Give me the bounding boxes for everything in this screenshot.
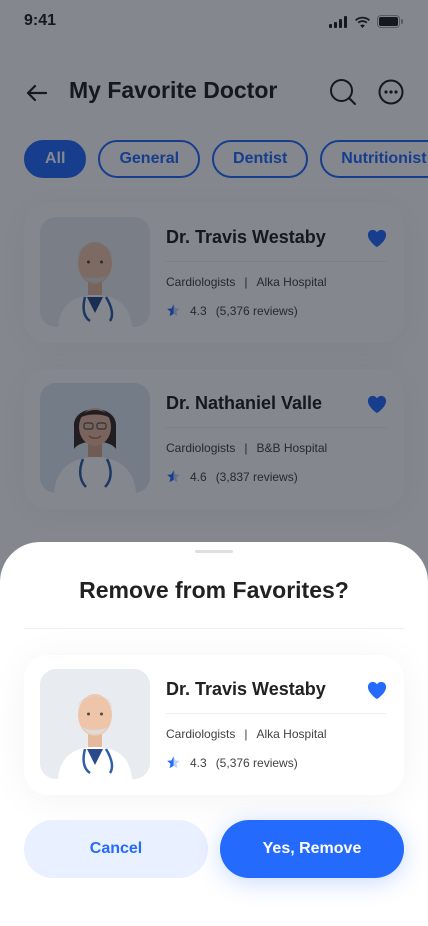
doctor-specialty: Cardiologists [166, 727, 236, 741]
confirm-remove-button[interactable]: Yes, Remove [220, 820, 404, 878]
rating-value: 4.3 [190, 755, 207, 770]
doctor-rating: 4.3 (5,376 reviews) [166, 755, 298, 770]
doctor-name: Dr. Travis Westaby [166, 679, 326, 699]
doctor-card: Dr. Travis Westaby Cardiologists | Alka Ho… [24, 655, 404, 795]
card-divider [166, 713, 386, 714]
review-count: (5,376 reviews) [215, 755, 298, 770]
cancel-button[interactable]: Cancel [24, 820, 208, 878]
remove-favorite-sheet: Remove from Favorites? Dr. Travis Westab… [0, 542, 428, 926]
doctor-info: Cardiologists | Alka Hospital [166, 727, 327, 741]
heart-icon[interactable] [366, 680, 388, 700]
info-separator: | [244, 727, 248, 741]
favorite-doctors-screen: 9:41 My Favorite Doctor [0, 0, 428, 926]
half-star-icon [167, 756, 180, 769]
sheet-divider [24, 628, 404, 629]
doctor-hospital: Alka Hospital [256, 727, 327, 741]
sheet-title: Remove from Favorites? [79, 577, 349, 603]
doctor-photo [40, 669, 150, 779]
sheet-actions: Cancel Yes, Remove [24, 820, 404, 878]
sheet-handle[interactable] [195, 550, 233, 553]
